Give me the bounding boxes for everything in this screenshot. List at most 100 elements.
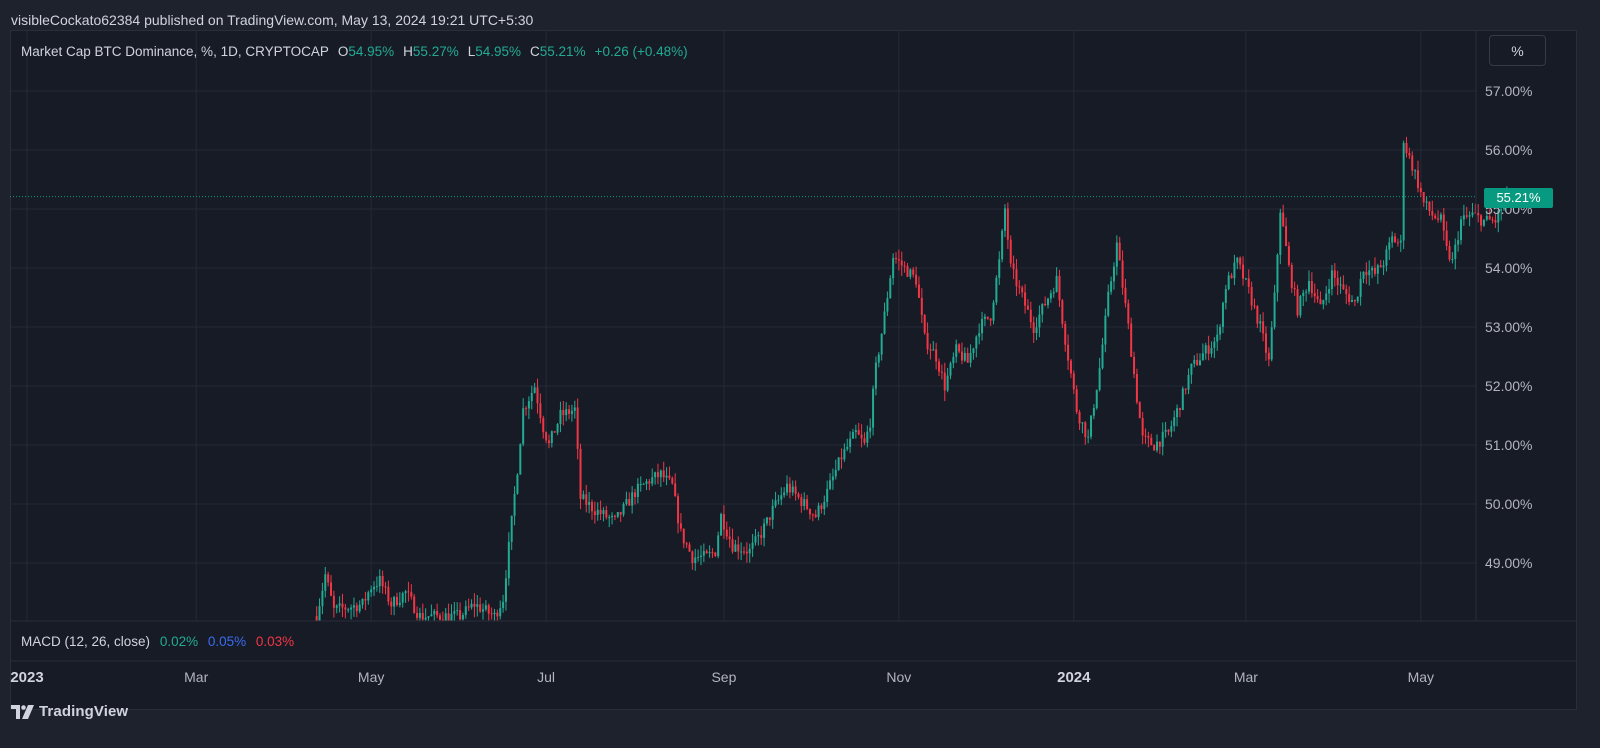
candle-body <box>903 265 906 267</box>
candle-body <box>347 609 350 611</box>
candle-body <box>1322 300 1325 305</box>
candle-body <box>542 418 545 433</box>
candle-body <box>1110 281 1113 292</box>
candle-body <box>525 408 528 410</box>
candle-body <box>995 277 998 303</box>
candle-body <box>1282 212 1285 227</box>
candle-body <box>375 586 378 588</box>
candle-body <box>800 497 803 507</box>
candle-body <box>447 613 450 621</box>
candle-body <box>1471 212 1474 216</box>
candle-body <box>1155 441 1158 451</box>
candle-body <box>760 535 763 538</box>
y-tick-label: 56.00% <box>1485 142 1532 158</box>
candle-body <box>978 333 981 337</box>
symbol-legend[interactable]: Market Cap BTC Dominance, %, 1D, CRYPTOC… <box>21 44 688 59</box>
candle-body <box>1391 236 1394 243</box>
candle-body <box>1021 287 1024 293</box>
candle-body <box>476 604 479 607</box>
candle-body <box>1164 429 1167 432</box>
candle-body <box>734 544 737 552</box>
candle-body <box>1428 201 1431 211</box>
candle-body <box>355 605 358 612</box>
candle-body <box>1330 270 1333 290</box>
candle-body <box>1376 265 1379 274</box>
candle-body <box>527 401 530 409</box>
candle-body <box>1219 326 1222 335</box>
candle-body <box>1244 278 1247 280</box>
chart-grid <box>10 30 1476 621</box>
candle-body <box>854 430 857 433</box>
candle-body <box>1207 345 1210 354</box>
candle-body <box>1135 374 1138 403</box>
candle-body <box>1405 143 1408 154</box>
candle-body <box>539 403 542 419</box>
candle-body <box>1293 287 1296 290</box>
candle-body <box>387 586 390 602</box>
percent-scale-button[interactable]: % <box>1489 35 1546 66</box>
candle-body <box>651 477 654 484</box>
candle-body <box>416 613 419 618</box>
candle-body <box>1396 242 1399 244</box>
candle-body <box>1227 275 1230 290</box>
low-value: 54.95% <box>475 44 522 59</box>
candle-body <box>677 496 680 524</box>
candle-body <box>654 472 657 478</box>
candle-body <box>1041 303 1044 315</box>
chart-canvas[interactable]: 49.00%50.00%51.00%52.00%53.00%54.00%55.0… <box>10 30 1577 710</box>
candle-body <box>430 614 433 617</box>
candle-body <box>969 353 972 363</box>
candle-body <box>699 555 702 557</box>
candle-body <box>926 332 929 350</box>
candle-body <box>1273 292 1276 328</box>
candle-body <box>634 492 637 498</box>
candle-body <box>906 266 909 277</box>
candle-body <box>484 605 487 610</box>
candle-body <box>1112 266 1115 282</box>
candle-body <box>1494 220 1497 223</box>
candle-body <box>915 274 918 285</box>
candle-body <box>837 457 840 470</box>
candle-body <box>467 606 470 608</box>
candle-body <box>831 476 834 481</box>
candle-body <box>1342 284 1345 289</box>
candle-body <box>341 603 344 608</box>
candle-body <box>940 371 943 373</box>
macd-legend[interactable]: MACD (12, 26, close) 0.02% 0.05% 0.03% <box>21 634 294 649</box>
candle-body <box>1316 296 1319 300</box>
candle-body <box>559 409 562 424</box>
candle-body <box>737 544 740 552</box>
candle-body <box>367 592 370 601</box>
candle-body <box>332 595 335 608</box>
candle-body <box>536 387 539 404</box>
candle-body <box>1434 215 1437 219</box>
candle-body <box>1153 445 1156 451</box>
candle-body <box>946 375 949 391</box>
candle-body <box>989 318 992 321</box>
candle-body <box>547 440 550 444</box>
candle-body <box>373 586 376 590</box>
candle-body <box>1408 153 1411 156</box>
candle-body <box>427 616 430 618</box>
candle-body <box>668 475 671 479</box>
change-value: +0.26 (+0.48%) <box>594 44 688 59</box>
publisher-text: visibleCockato62384 published on Trading… <box>11 12 534 28</box>
candle-body <box>1319 299 1322 305</box>
candle-body <box>711 552 714 554</box>
candle-body <box>826 488 829 502</box>
candle-body <box>1018 286 1021 288</box>
candle-body <box>817 505 820 518</box>
candle-body <box>590 502 593 512</box>
macd-histogram-value: 0.03% <box>255 634 295 649</box>
candle-body <box>983 316 986 319</box>
tradingview-logo[interactable]: TradingView <box>11 703 128 720</box>
candle-body <box>1035 327 1038 334</box>
candle-body <box>1336 277 1339 286</box>
candle-body <box>1270 327 1273 360</box>
candle-body <box>949 363 952 376</box>
candle-body <box>1477 213 1480 216</box>
candle-body <box>1012 263 1015 270</box>
candle-body <box>834 469 837 477</box>
candle-body <box>413 596 416 614</box>
candle-body <box>966 353 969 363</box>
